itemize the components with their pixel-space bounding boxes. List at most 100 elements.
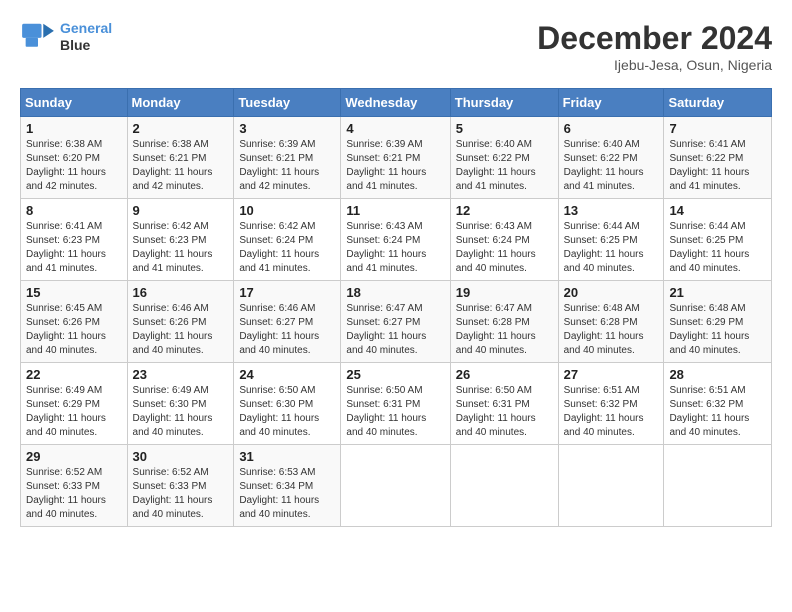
column-header-tuesday: Tuesday [234, 89, 341, 117]
day-info: Sunrise: 6:44 AM Sunset: 6:25 PM Dayligh… [669, 220, 766, 276]
calendar-table: SundayMondayTuesdayWednesdayThursdayFrid… [20, 88, 772, 527]
day-number: 17 [239, 285, 335, 300]
calendar-week-1: 1 Sunrise: 6:38 AM Sunset: 6:20 PM Dayli… [21, 117, 772, 199]
day-number: 13 [564, 203, 659, 218]
day-info: Sunrise: 6:44 AM Sunset: 6:25 PM Dayligh… [564, 220, 659, 276]
calendar-cell: 1 Sunrise: 6:38 AM Sunset: 6:20 PM Dayli… [21, 117, 128, 199]
calendar-cell: 18 Sunrise: 6:47 AM Sunset: 6:27 PM Dayl… [341, 281, 450, 363]
day-info: Sunrise: 6:42 AM Sunset: 6:24 PM Dayligh… [239, 220, 335, 276]
day-info: Sunrise: 6:40 AM Sunset: 6:22 PM Dayligh… [456, 138, 553, 194]
day-info: Sunrise: 6:43 AM Sunset: 6:24 PM Dayligh… [346, 220, 444, 276]
day-number: 1 [26, 121, 122, 136]
calendar-cell [450, 445, 558, 527]
page-subtitle: Ijebu-Jesa, Osun, Nigeria [537, 57, 772, 73]
calendar-cell: 9 Sunrise: 6:42 AM Sunset: 6:23 PM Dayli… [127, 199, 234, 281]
calendar-cell: 15 Sunrise: 6:45 AM Sunset: 6:26 PM Dayl… [21, 281, 128, 363]
day-info: Sunrise: 6:38 AM Sunset: 6:20 PM Dayligh… [26, 138, 122, 194]
day-info: Sunrise: 6:41 AM Sunset: 6:22 PM Dayligh… [669, 138, 766, 194]
day-number: 10 [239, 203, 335, 218]
day-info: Sunrise: 6:42 AM Sunset: 6:23 PM Dayligh… [133, 220, 229, 276]
day-info: Sunrise: 6:53 AM Sunset: 6:34 PM Dayligh… [239, 466, 335, 522]
calendar-cell: 11 Sunrise: 6:43 AM Sunset: 6:24 PM Dayl… [341, 199, 450, 281]
calendar-week-4: 22 Sunrise: 6:49 AM Sunset: 6:29 PM Dayl… [21, 363, 772, 445]
column-header-saturday: Saturday [664, 89, 772, 117]
day-number: 15 [26, 285, 122, 300]
calendar-cell: 28 Sunrise: 6:51 AM Sunset: 6:32 PM Dayl… [664, 363, 772, 445]
column-header-thursday: Thursday [450, 89, 558, 117]
calendar-cell: 2 Sunrise: 6:38 AM Sunset: 6:21 PM Dayli… [127, 117, 234, 199]
page-title: December 2024 [537, 20, 772, 57]
day-info: Sunrise: 6:49 AM Sunset: 6:29 PM Dayligh… [26, 384, 122, 440]
calendar-cell: 21 Sunrise: 6:48 AM Sunset: 6:29 PM Dayl… [664, 281, 772, 363]
calendar-cell: 3 Sunrise: 6:39 AM Sunset: 6:21 PM Dayli… [234, 117, 341, 199]
day-number: 3 [239, 121, 335, 136]
day-number: 5 [456, 121, 553, 136]
day-number: 6 [564, 121, 659, 136]
calendar-cell: 16 Sunrise: 6:46 AM Sunset: 6:26 PM Dayl… [127, 281, 234, 363]
day-number: 27 [564, 367, 659, 382]
day-number: 24 [239, 367, 335, 382]
calendar-cell: 10 Sunrise: 6:42 AM Sunset: 6:24 PM Dayl… [234, 199, 341, 281]
day-info: Sunrise: 6:43 AM Sunset: 6:24 PM Dayligh… [456, 220, 553, 276]
day-number: 21 [669, 285, 766, 300]
day-info: Sunrise: 6:41 AM Sunset: 6:23 PM Dayligh… [26, 220, 122, 276]
day-info: Sunrise: 6:50 AM Sunset: 6:30 PM Dayligh… [239, 384, 335, 440]
day-info: Sunrise: 6:52 AM Sunset: 6:33 PM Dayligh… [133, 466, 229, 522]
logo-line1: General [60, 20, 112, 36]
calendar-cell: 29 Sunrise: 6:52 AM Sunset: 6:33 PM Dayl… [21, 445, 128, 527]
calendar-cell: 14 Sunrise: 6:44 AM Sunset: 6:25 PM Dayl… [664, 199, 772, 281]
day-number: 18 [346, 285, 444, 300]
day-number: 9 [133, 203, 229, 218]
day-number: 25 [346, 367, 444, 382]
day-number: 12 [456, 203, 553, 218]
day-number: 30 [133, 449, 229, 464]
calendar-header-row: SundayMondayTuesdayWednesdayThursdayFrid… [21, 89, 772, 117]
day-info: Sunrise: 6:50 AM Sunset: 6:31 PM Dayligh… [346, 384, 444, 440]
calendar-cell: 31 Sunrise: 6:53 AM Sunset: 6:34 PM Dayl… [234, 445, 341, 527]
day-info: Sunrise: 6:48 AM Sunset: 6:29 PM Dayligh… [669, 302, 766, 358]
day-number: 26 [456, 367, 553, 382]
calendar-cell [558, 445, 664, 527]
calendar-cell: 8 Sunrise: 6:41 AM Sunset: 6:23 PM Dayli… [21, 199, 128, 281]
day-number: 22 [26, 367, 122, 382]
calendar-cell: 13 Sunrise: 6:44 AM Sunset: 6:25 PM Dayl… [558, 199, 664, 281]
day-number: 23 [133, 367, 229, 382]
day-info: Sunrise: 6:51 AM Sunset: 6:32 PM Dayligh… [564, 384, 659, 440]
day-info: Sunrise: 6:39 AM Sunset: 6:21 PM Dayligh… [346, 138, 444, 194]
calendar-cell: 20 Sunrise: 6:48 AM Sunset: 6:28 PM Dayl… [558, 281, 664, 363]
day-number: 20 [564, 285, 659, 300]
calendar-cell: 17 Sunrise: 6:46 AM Sunset: 6:27 PM Dayl… [234, 281, 341, 363]
day-number: 7 [669, 121, 766, 136]
day-info: Sunrise: 6:49 AM Sunset: 6:30 PM Dayligh… [133, 384, 229, 440]
calendar-cell [664, 445, 772, 527]
day-number: 14 [669, 203, 766, 218]
calendar-week-2: 8 Sunrise: 6:41 AM Sunset: 6:23 PM Dayli… [21, 199, 772, 281]
calendar-cell: 19 Sunrise: 6:47 AM Sunset: 6:28 PM Dayl… [450, 281, 558, 363]
calendar-cell: 5 Sunrise: 6:40 AM Sunset: 6:22 PM Dayli… [450, 117, 558, 199]
day-number: 4 [346, 121, 444, 136]
day-number: 2 [133, 121, 229, 136]
day-number: 28 [669, 367, 766, 382]
day-number: 11 [346, 203, 444, 218]
day-info: Sunrise: 6:38 AM Sunset: 6:21 PM Dayligh… [133, 138, 229, 194]
calendar-cell: 7 Sunrise: 6:41 AM Sunset: 6:22 PM Dayli… [664, 117, 772, 199]
calendar-cell: 26 Sunrise: 6:50 AM Sunset: 6:31 PM Dayl… [450, 363, 558, 445]
calendar-cell: 27 Sunrise: 6:51 AM Sunset: 6:32 PM Dayl… [558, 363, 664, 445]
day-info: Sunrise: 6:40 AM Sunset: 6:22 PM Dayligh… [564, 138, 659, 194]
day-number: 31 [239, 449, 335, 464]
calendar-cell: 25 Sunrise: 6:50 AM Sunset: 6:31 PM Dayl… [341, 363, 450, 445]
day-info: Sunrise: 6:46 AM Sunset: 6:27 PM Dayligh… [239, 302, 335, 358]
day-number: 8 [26, 203, 122, 218]
day-number: 29 [26, 449, 122, 464]
day-info: Sunrise: 6:39 AM Sunset: 6:21 PM Dayligh… [239, 138, 335, 194]
calendar-cell: 24 Sunrise: 6:50 AM Sunset: 6:30 PM Dayl… [234, 363, 341, 445]
column-header-monday: Monday [127, 89, 234, 117]
day-number: 16 [133, 285, 229, 300]
day-info: Sunrise: 6:47 AM Sunset: 6:28 PM Dayligh… [456, 302, 553, 358]
calendar-cell: 12 Sunrise: 6:43 AM Sunset: 6:24 PM Dayl… [450, 199, 558, 281]
day-number: 19 [456, 285, 553, 300]
calendar-cell: 22 Sunrise: 6:49 AM Sunset: 6:29 PM Dayl… [21, 363, 128, 445]
logo: General Blue [20, 20, 112, 54]
calendar-cell: 6 Sunrise: 6:40 AM Sunset: 6:22 PM Dayli… [558, 117, 664, 199]
calendar-week-3: 15 Sunrise: 6:45 AM Sunset: 6:26 PM Dayl… [21, 281, 772, 363]
